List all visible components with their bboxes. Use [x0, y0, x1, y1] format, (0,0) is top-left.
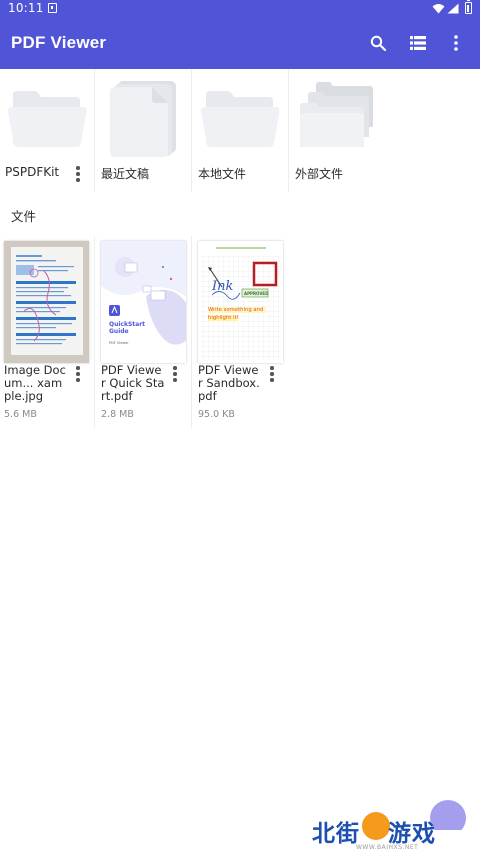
wifi-icon	[432, 4, 445, 14]
folder-icon	[8, 91, 87, 147]
sun-logo-icon	[362, 812, 390, 840]
scanned-document-thumbnail	[4, 241, 89, 363]
folder-external[interactable]: 外部文件	[290, 69, 386, 192]
file-item[interactable]: Image Docum... xample.jpg 5.6 MB	[0, 236, 96, 431]
cellular-icon	[447, 3, 459, 14]
watermark-url: WWW.BAIHXS.NET	[356, 844, 419, 851]
notification-icon	[48, 3, 57, 13]
status-bar: 10:11	[0, 0, 480, 17]
file-name: PDF Viewer Sandbox.pdf	[198, 363, 260, 403]
file-thumbnail[interactable]: Ink APPROVED Write something and highlig…	[198, 241, 283, 363]
list-view-button[interactable]	[405, 30, 431, 56]
file-item[interactable]: QuickStart Guide PDF Viewer PDF Viewer Q…	[97, 236, 193, 431]
file-menu-button[interactable]	[72, 366, 84, 384]
folder-label: PSPDFKit	[5, 165, 60, 179]
thumb-title-line1: QuickStart	[109, 321, 146, 328]
battery-icon	[465, 0, 472, 14]
file-item[interactable]: Ink APPROVED Write something and highlig…	[194, 236, 290, 431]
folder-menu-button[interactable]	[72, 166, 84, 184]
more-vert-icon	[454, 35, 458, 51]
search-button[interactable]	[365, 30, 391, 56]
folder-label: 外部文件	[295, 167, 344, 181]
file-name: Image Docum... xample.jpg	[4, 363, 66, 403]
status-time: 10:11	[8, 1, 44, 15]
folder-icon	[201, 91, 280, 147]
file-menu-button[interactable]	[266, 366, 278, 384]
app-title: PDF Viewer	[11, 33, 107, 52]
file-size: 5.6 MB	[4, 409, 37, 420]
watermark-text-right: 游戏	[388, 821, 436, 847]
folder-grid: PSPDFKit 最近文稿 本地文件 外部文件	[0, 69, 480, 192]
thumb-approved-stamp: APPROVED	[244, 291, 269, 296]
document-stack-icon	[110, 81, 176, 157]
file-size: 95.0 KB	[198, 409, 235, 420]
file-size: 2.8 MB	[101, 409, 134, 420]
thumb-highlight-text: highlight it!	[208, 315, 239, 321]
folder-label: 本地文件	[198, 167, 247, 181]
file-name: PDF Viewer Quick Start.pdf	[101, 363, 165, 403]
file-thumbnail[interactable]: QuickStart Guide PDF Viewer	[101, 241, 186, 363]
file-grid: Image Docum... xample.jpg 5.6 MB QuickSt…	[0, 236, 480, 431]
watermark-logo: 北街 游戏 WWW.BAIHXS.NET	[312, 806, 472, 854]
watermark-text-left: 北街	[312, 821, 360, 847]
thumb-title-line2: Guide	[109, 328, 129, 335]
folder-recent[interactable]: 最近文稿	[96, 69, 192, 192]
thumb-ink-text: Ink	[212, 279, 234, 294]
overflow-menu-button[interactable]	[443, 30, 469, 56]
file-thumbnail[interactable]	[4, 241, 89, 363]
sandbox-thumbnail	[201, 247, 280, 360]
search-icon	[370, 35, 386, 51]
thumb-write-text: Write something and	[208, 307, 264, 313]
thumb-caption: PDF Viewer	[109, 341, 129, 345]
folder-stack-icon	[300, 82, 373, 147]
folder-label: 最近文稿	[101, 167, 150, 181]
app-bar: PDF Viewer	[0, 17, 480, 69]
list-view-icon	[410, 36, 426, 50]
files-section-title: 文件	[11, 209, 37, 224]
folder-local[interactable]: 本地文件	[193, 69, 289, 192]
file-menu-button[interactable]	[169, 366, 181, 384]
folder-pspdfkit[interactable]: PSPDFKit	[0, 69, 96, 192]
